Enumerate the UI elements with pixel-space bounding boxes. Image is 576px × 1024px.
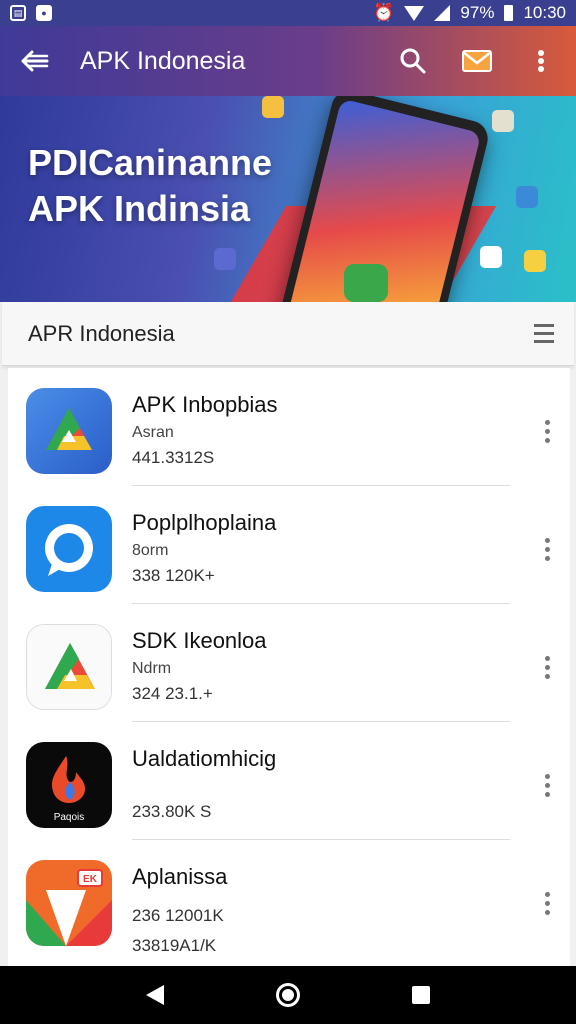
banner-line-2: APK Indinsia bbox=[28, 188, 251, 229]
app-developer bbox=[132, 778, 510, 796]
list-item[interactable]: SDK Ikeonloa Ndrm 324 23.1.+ bbox=[8, 604, 570, 722]
app-developer: Asran bbox=[132, 424, 174, 441]
home-icon[interactable] bbox=[276, 983, 300, 1007]
list-item[interactable]: APK Inbopbias Asran 441.3312S bbox=[8, 368, 570, 486]
search-icon[interactable] bbox=[396, 44, 430, 78]
list-item[interactable]: Poplplhoplaina 8orm 338 120K+ bbox=[8, 486, 570, 604]
banner-chip bbox=[262, 96, 284, 118]
more-vert-icon[interactable] bbox=[524, 44, 558, 78]
app-size: 324 23.1.+ bbox=[132, 684, 213, 703]
app-size: 441.3312S bbox=[132, 448, 215, 467]
banner-line-1: PDICaninanne bbox=[28, 142, 273, 183]
banner-chip bbox=[344, 264, 388, 302]
folded-arrow-icon: EK bbox=[26, 860, 112, 946]
battery-icon bbox=[504, 5, 514, 21]
section-title: APR Indonesia bbox=[28, 320, 175, 346]
wifi-icon bbox=[404, 5, 425, 21]
more-vert-icon[interactable] bbox=[545, 656, 550, 679]
app-title: APK Indonesia bbox=[80, 46, 246, 75]
app-name: Ualdatiomhicig bbox=[132, 746, 277, 771]
icon-caption: Paqois bbox=[54, 812, 85, 823]
app-size: 236 12001K bbox=[132, 906, 224, 925]
alarm-icon: ⏰ bbox=[373, 3, 395, 22]
app-list: APK Inbopbias Asran 441.3312S Poplplhopl… bbox=[8, 368, 570, 968]
banner-chip bbox=[214, 248, 236, 270]
app-developer: 8orm bbox=[132, 542, 169, 559]
app-bar: APK Indonesia bbox=[0, 26, 576, 96]
status-bar: ▤ ● ⏰ 97% 10:30 bbox=[0, 0, 576, 26]
more-vert-icon[interactable] bbox=[545, 538, 550, 561]
app-size: 233.80K S bbox=[132, 802, 212, 821]
app-developer: Ndrm bbox=[132, 660, 172, 677]
back-icon[interactable] bbox=[146, 985, 164, 1005]
section-header: APR Indonesia bbox=[2, 302, 574, 366]
list-item[interactable]: Paqois Ualdatiomhicig 233.80K S bbox=[8, 722, 570, 840]
list-item[interactable]: EK Aplanissa 236 12001K 33819A1/K bbox=[8, 840, 570, 958]
more-vert-icon[interactable] bbox=[545, 774, 550, 797]
menu-icon[interactable] bbox=[534, 324, 554, 343]
recents-icon[interactable] bbox=[412, 986, 430, 1004]
drive-triangle-icon bbox=[26, 388, 112, 474]
drive-triangle-icon bbox=[26, 624, 112, 710]
back-arrow-icon[interactable] bbox=[18, 44, 52, 78]
battery-percent: 97% bbox=[460, 3, 495, 22]
signal-icon bbox=[434, 5, 451, 21]
app-name: SDK Ikeonloa bbox=[132, 628, 267, 653]
banner-chip bbox=[480, 246, 502, 268]
chat-bubble-icon bbox=[26, 506, 112, 592]
navigation-bar bbox=[0, 966, 576, 1024]
app-size-secondary: 33819A1/K bbox=[132, 936, 217, 955]
promo-banner[interactable]: PDICaninanne APK Indinsia bbox=[0, 96, 576, 302]
app-name: Poplplhoplaina bbox=[132, 510, 277, 535]
banner-chip bbox=[516, 186, 538, 208]
notification-icon: ● bbox=[36, 5, 52, 21]
mail-icon[interactable] bbox=[460, 44, 494, 78]
app-name: Aplanissa bbox=[132, 864, 228, 889]
clock: 10:30 bbox=[523, 3, 566, 22]
banner-headline: PDICaninanne APK Indinsia bbox=[28, 140, 272, 232]
banner-chip bbox=[524, 250, 546, 272]
banner-chip bbox=[492, 110, 514, 132]
more-vert-icon[interactable] bbox=[545, 420, 550, 443]
flame-logo-icon: Paqois bbox=[26, 742, 112, 828]
more-vert-icon[interactable] bbox=[545, 892, 550, 915]
notification-icon: ▤ bbox=[10, 5, 26, 21]
icon-badge: EK bbox=[83, 874, 98, 885]
app-size: 338 120K+ bbox=[132, 566, 215, 585]
app-name: APK Inbopbias bbox=[132, 392, 278, 417]
